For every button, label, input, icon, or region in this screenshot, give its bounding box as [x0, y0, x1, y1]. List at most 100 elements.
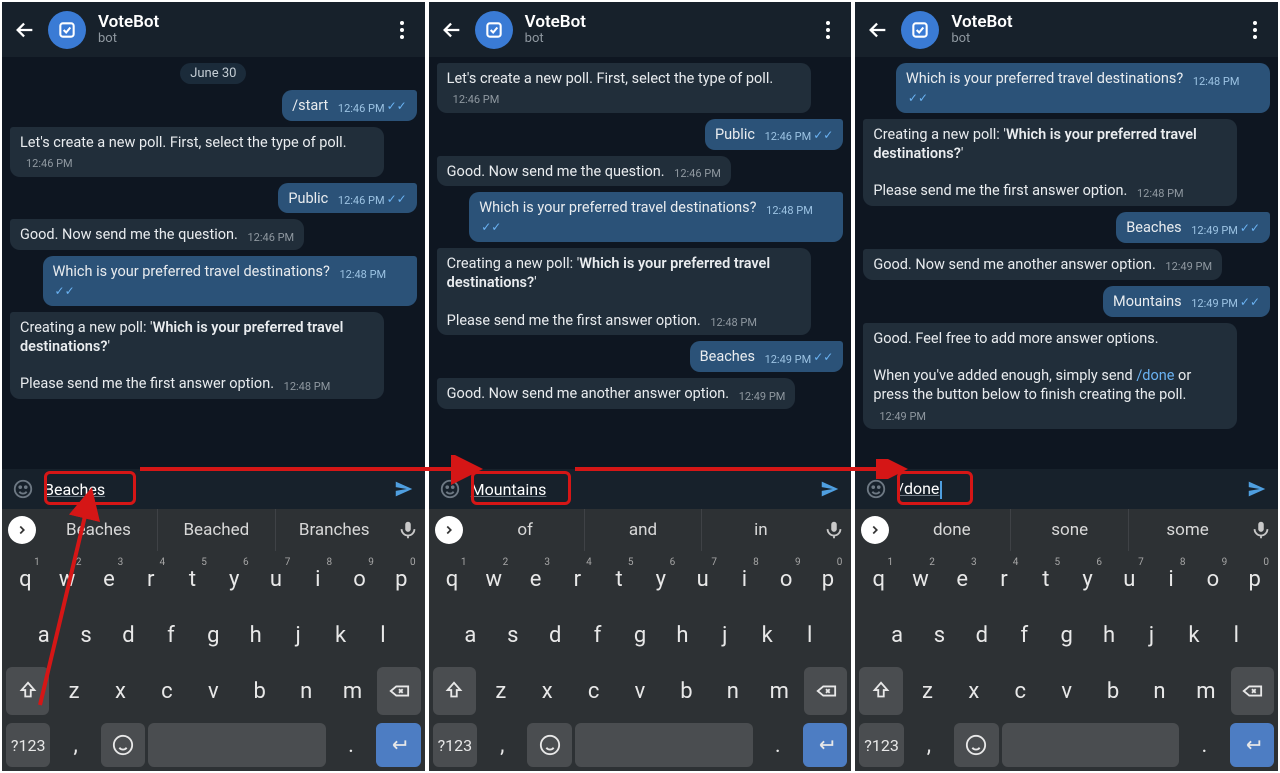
key-h[interactable]: h	[236, 611, 275, 659]
send-icon[interactable]	[393, 478, 415, 500]
key-x[interactable]: x	[525, 667, 568, 715]
key-r[interactable]: r4	[558, 555, 597, 603]
key-x[interactable]: x	[99, 667, 142, 715]
comma-key[interactable]: ,	[53, 723, 97, 767]
key-s[interactable]: s	[493, 611, 532, 659]
key-b[interactable]: b	[1091, 667, 1134, 715]
key-w[interactable]: w2	[901, 555, 940, 603]
emoji-key[interactable]	[101, 723, 145, 767]
key-q[interactable]: q1	[6, 555, 45, 603]
key-r[interactable]: r4	[985, 555, 1024, 603]
key-l[interactable]: l	[790, 611, 829, 659]
key-t[interactable]: t5	[1026, 555, 1065, 603]
key-j[interactable]: j	[1132, 611, 1171, 659]
suggestion[interactable]: Branches	[275, 509, 393, 551]
chat-scroll[interactable]: June 30 /start 12:46 PM✓✓ Let's create a…	[2, 57, 425, 469]
enter-key[interactable]	[803, 723, 847, 767]
key-k[interactable]: k	[321, 611, 360, 659]
backspace-key[interactable]	[804, 667, 847, 715]
suggestion[interactable]: Beached	[157, 509, 275, 551]
back-icon[interactable]	[867, 19, 889, 41]
bot-avatar[interactable]	[48, 11, 86, 49]
key-j[interactable]: j	[705, 611, 744, 659]
key-e[interactable]: e3	[943, 555, 982, 603]
key-i[interactable]: i8	[725, 555, 764, 603]
key-g[interactable]: g	[194, 611, 233, 659]
bot-avatar[interactable]	[901, 11, 939, 49]
emoji-icon[interactable]	[12, 478, 34, 500]
suggestion[interactable]: of	[467, 509, 584, 551]
key-a[interactable]: a	[877, 611, 916, 659]
key-y[interactable]: y6	[215, 555, 254, 603]
key-p[interactable]: p0	[809, 555, 848, 603]
key-l[interactable]: l	[1217, 611, 1256, 659]
key-z[interactable]: z	[52, 667, 95, 715]
more-menu-icon[interactable]	[817, 19, 839, 41]
key-k[interactable]: k	[1174, 611, 1213, 659]
suggestion[interactable]: some	[1128, 509, 1246, 551]
emoji-key[interactable]	[527, 723, 571, 767]
suggestion[interactable]: done	[893, 509, 1010, 551]
key-c[interactable]: c	[572, 667, 615, 715]
comma-key[interactable]: ,	[907, 723, 951, 767]
key-f[interactable]: f	[151, 611, 190, 659]
symbols-key[interactable]: ?123	[6, 723, 50, 767]
more-menu-icon[interactable]	[391, 19, 413, 41]
send-icon[interactable]	[1246, 478, 1268, 500]
key-b[interactable]: b	[665, 667, 708, 715]
comma-key[interactable]: ,	[480, 723, 524, 767]
symbols-key[interactable]: ?123	[433, 723, 477, 767]
key-p[interactable]: p0	[1235, 555, 1274, 603]
key-c[interactable]: c	[145, 667, 188, 715]
bot-avatar[interactable]	[475, 11, 513, 49]
key-h[interactable]: h	[1089, 611, 1128, 659]
key-o[interactable]: o9	[1193, 555, 1232, 603]
header-title-block[interactable]: VoteBot bot	[98, 13, 379, 46]
chat-scroll[interactable]: Let's create a new poll. First, select t…	[429, 57, 852, 469]
symbols-key[interactable]: ?123	[859, 723, 903, 767]
backspace-key[interactable]	[1231, 667, 1274, 715]
enter-key[interactable]	[1230, 723, 1274, 767]
more-menu-icon[interactable]	[1244, 19, 1266, 41]
key-m[interactable]: m	[1184, 667, 1227, 715]
key-m[interactable]: m	[758, 667, 801, 715]
chat-scroll[interactable]: Which is your preferred travel destinati…	[855, 57, 1278, 469]
emoji-icon[interactable]	[439, 478, 461, 500]
suggestion[interactable]: and	[584, 509, 702, 551]
key-m[interactable]: m	[331, 667, 374, 715]
key-i[interactable]: i8	[1152, 555, 1191, 603]
key-l[interactable]: l	[363, 611, 402, 659]
emoji-key[interactable]	[954, 723, 998, 767]
key-e[interactable]: e3	[516, 555, 555, 603]
suggestion[interactable]: sone	[1010, 509, 1128, 551]
key-n[interactable]: n	[711, 667, 754, 715]
key-e[interactable]: e3	[90, 555, 129, 603]
key-u[interactable]: u7	[1110, 555, 1149, 603]
key-y[interactable]: y6	[1068, 555, 1107, 603]
suggestion[interactable]: Beaches	[40, 509, 157, 551]
key-j[interactable]: j	[278, 611, 317, 659]
key-q[interactable]: q1	[859, 555, 898, 603]
key-o[interactable]: o9	[340, 555, 379, 603]
key-w[interactable]: w2	[48, 555, 87, 603]
key-a[interactable]: a	[24, 611, 63, 659]
message-input[interactable]: Beaches	[44, 480, 383, 499]
key-z[interactable]: z	[906, 667, 949, 715]
space-key[interactable]	[148, 723, 326, 767]
key-p[interactable]: p0	[382, 555, 421, 603]
key-r[interactable]: r4	[131, 555, 170, 603]
key-q[interactable]: q1	[433, 555, 472, 603]
key-t[interactable]: t5	[600, 555, 639, 603]
enter-key[interactable]	[376, 723, 420, 767]
key-n[interactable]: n	[1138, 667, 1181, 715]
key-g[interactable]: g	[620, 611, 659, 659]
key-k[interactable]: k	[748, 611, 787, 659]
suggestion-expand-icon[interactable]	[435, 516, 463, 544]
key-s[interactable]: s	[66, 611, 105, 659]
shift-key[interactable]	[6, 667, 49, 715]
back-icon[interactable]	[14, 19, 36, 41]
key-z[interactable]: z	[479, 667, 522, 715]
key-t[interactable]: t5	[173, 555, 212, 603]
emoji-icon[interactable]	[865, 478, 887, 500]
key-f[interactable]: f	[578, 611, 617, 659]
